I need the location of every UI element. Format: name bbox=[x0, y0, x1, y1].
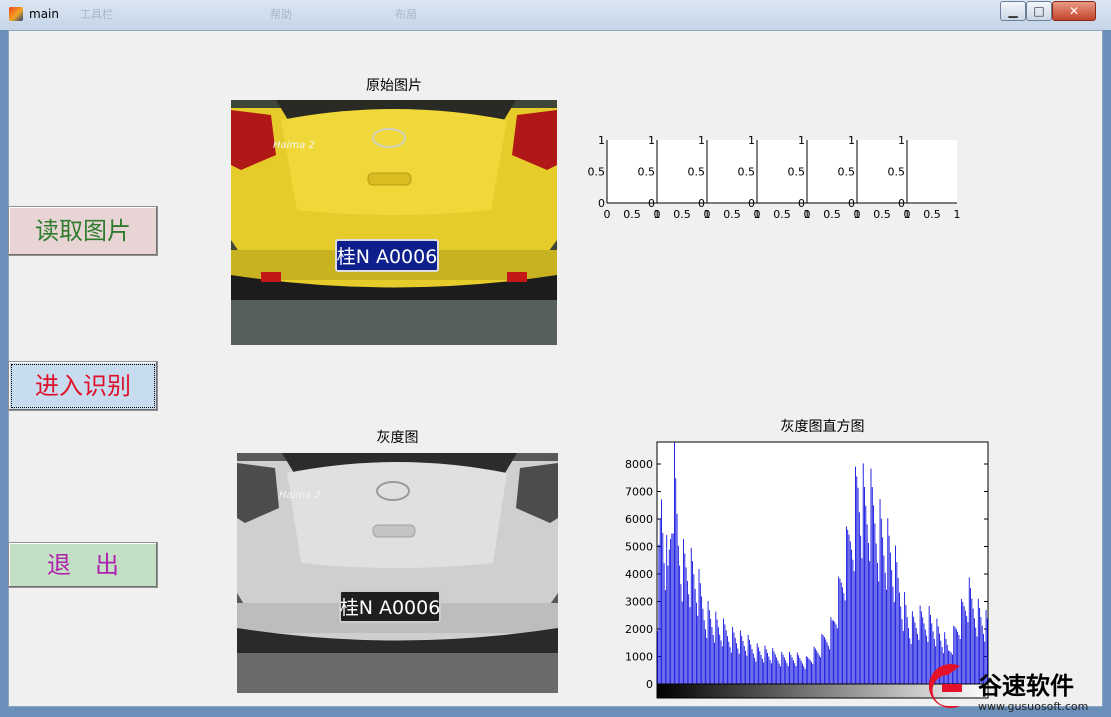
recognize-label: 进入识别 bbox=[35, 372, 131, 400]
char-axes-row: 00.510 0.5 100.510 0.5 100.510 0.5 100.510 0.5 1… bbox=[588, 134, 961, 221]
ghost-toolbar-2: 帮助 bbox=[270, 8, 292, 21]
small-axis-xtick: 0 bbox=[604, 208, 611, 221]
small-axis-xtick: 0.5 bbox=[873, 208, 891, 221]
small-axis-xtick: 0.5 bbox=[723, 208, 741, 221]
watermark-brand: 谷速软件 bbox=[978, 672, 1074, 700]
small-axis-xtick: 0.5 bbox=[823, 208, 841, 221]
original-image-title: 原始图片 bbox=[366, 78, 422, 94]
histogram-ytick-label: 6000 bbox=[625, 513, 653, 526]
small-axis-ytick: 0.5 bbox=[788, 166, 806, 179]
small-axis-xtick: 0.5 bbox=[623, 208, 641, 221]
gray-car-image: 桂N A0006 Haima 2 bbox=[237, 453, 558, 693]
small-axis-ytick: 0.5 bbox=[638, 166, 656, 179]
histogram-ytick-label: 3000 bbox=[625, 596, 653, 609]
plate-text-gray: 桂N A0006 bbox=[340, 597, 441, 619]
window-title: main bbox=[29, 7, 59, 21]
exit-button[interactable]: 退 出 bbox=[8, 542, 158, 588]
histogram-ytick-label: 2000 bbox=[625, 623, 653, 636]
exit-label: 退 出 bbox=[47, 551, 119, 579]
small-axis-xtick: 0 bbox=[704, 208, 711, 221]
car-badge-color: Haima 2 bbox=[273, 140, 315, 151]
ghost-toolbar-3: 布局 bbox=[395, 8, 417, 21]
matlab-icon bbox=[9, 7, 23, 21]
small-axis-ytick: 1 bbox=[648, 134, 655, 147]
small-axis-ytick: 1 bbox=[698, 134, 705, 147]
small-axis-xtick: 0 bbox=[904, 208, 911, 221]
small-axis-xtick: 0 bbox=[654, 208, 661, 221]
histogram-title: 灰度图直方图 bbox=[780, 419, 865, 435]
title-bar: main 工具栏 帮助 布局 ▁ □ ✕ bbox=[0, 0, 1111, 30]
small-axis-xtick: 0 bbox=[804, 208, 811, 221]
histogram-ytick-label: 0 bbox=[646, 678, 653, 691]
recognize-button[interactable]: 进入识别 bbox=[8, 361, 158, 411]
histogram-ytick-label: 8000 bbox=[625, 458, 653, 471]
close-button[interactable]: ✕ bbox=[1052, 1, 1096, 21]
maximize-button[interactable]: □ bbox=[1026, 1, 1052, 21]
histogram-ytick-label: 7000 bbox=[625, 486, 653, 499]
small-axis-ytick: 0.5 bbox=[838, 166, 856, 179]
minimize-icon: ▁ bbox=[1008, 4, 1018, 18]
small-axis-ytick: 1 bbox=[898, 134, 905, 147]
small-axis-xtick: 1 bbox=[954, 208, 961, 221]
read-image-label: 读取图片 bbox=[35, 217, 131, 245]
maximize-icon: □ bbox=[1033, 4, 1045, 18]
histogram-ytick-label: 5000 bbox=[625, 541, 653, 554]
watermark-url: www.gusuosoft.com bbox=[978, 700, 1088, 713]
histogram-ytick-label: 1000 bbox=[625, 651, 653, 664]
minimize-button[interactable]: ▁ bbox=[1000, 1, 1026, 21]
small-axis-ytick: 0.5 bbox=[738, 166, 756, 179]
small-axis-6 bbox=[907, 140, 957, 203]
small-axis-xtick: 0.5 bbox=[923, 208, 941, 221]
histogram-ytick-label: 4000 bbox=[625, 568, 653, 581]
small-axis-xtick: 0 bbox=[754, 208, 761, 221]
close-icon: ✕ bbox=[1068, 4, 1080, 18]
small-axis-xtick: 0.5 bbox=[773, 208, 791, 221]
small-axis-ytick: 1 bbox=[798, 134, 805, 147]
small-axis-ytick: 1 bbox=[848, 134, 855, 147]
plate-text-color: 桂N A0006 bbox=[337, 246, 438, 268]
car-badge-gray: Haima 2 bbox=[279, 490, 321, 501]
ghost-toolbar-1: 工具栏 bbox=[80, 8, 113, 21]
small-axis-ytick: 0.5 bbox=[888, 166, 906, 179]
small-axis-xtick: 0 bbox=[854, 208, 861, 221]
small-axis-ytick: 1 bbox=[598, 134, 605, 147]
small-axis-ytick: 0.5 bbox=[688, 166, 706, 179]
small-axis-xtick: 0.5 bbox=[673, 208, 691, 221]
gray-image-title: 灰度图 bbox=[376, 430, 419, 446]
small-axis-ytick: 1 bbox=[748, 134, 755, 147]
small-axis-ytick: 0.5 bbox=[588, 166, 606, 179]
read-image-button[interactable]: 读取图片 bbox=[8, 206, 158, 256]
gusu-watermark: 谷速软件 www.gusuosoft.com bbox=[920, 658, 1111, 713]
original-car-image: 桂N A0006 Haima 2 bbox=[231, 100, 557, 345]
